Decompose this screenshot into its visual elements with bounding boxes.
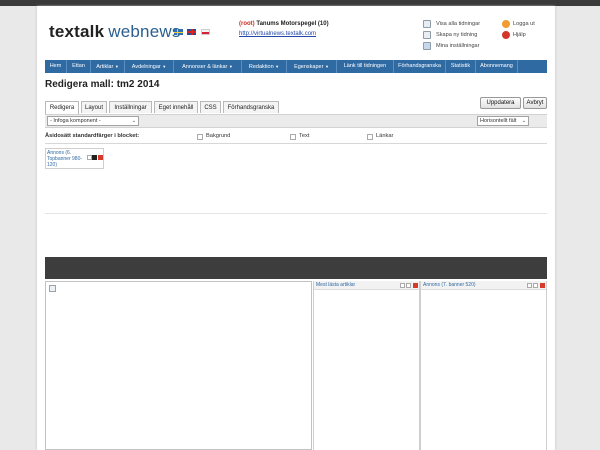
site-root-label: (root)	[239, 21, 255, 27]
topbanner-block[interactable]: Annons (6. Topbanner 980-120)	[45, 148, 104, 169]
orientation-select[interactable]: Horisontellt fält ⌄	[477, 116, 529, 126]
broken-image-icon	[49, 285, 56, 292]
document-icon	[423, 20, 431, 28]
move-icon[interactable]	[527, 283, 532, 288]
links-label: Länkar	[376, 133, 394, 139]
edit-icon[interactable]	[406, 283, 411, 288]
most-read-column[interactable]: Mest lästa artiklar	[313, 281, 420, 450]
swedish-flag-icon[interactable]	[174, 29, 183, 35]
help-link[interactable]: Hjälp	[502, 30, 535, 41]
tab-css[interactable]: CSS	[200, 101, 221, 113]
delete-icon[interactable]	[540, 283, 545, 288]
logout-icon	[502, 20, 510, 28]
nav-item-hem[interactable]: Hem	[45, 60, 67, 73]
header-links: Visa alla tidningar Skapa ny tidning Min…	[423, 19, 480, 52]
page: textalk webnews (root) Tanums Motorspegel…	[37, 6, 555, 450]
textalk-logo[interactable]: textalk webnews	[49, 22, 181, 42]
image-block[interactable]	[45, 281, 312, 450]
color-override-label: Åsidosätt standardfärger i blocket:	[45, 133, 140, 139]
chevron-down-icon: ⌄	[131, 118, 136, 124]
polish-flag-icon[interactable]	[201, 29, 210, 35]
nav-item-statistik[interactable]: Statistik	[446, 60, 476, 73]
text-label: Text	[299, 133, 310, 139]
block-label: Annons (6. Topbanner 980-120)	[47, 150, 83, 168]
uk-flag-icon[interactable]	[187, 29, 196, 35]
caret-down-icon: ▼	[324, 64, 329, 69]
background-checkbox[interactable]	[197, 134, 203, 140]
delete-icon[interactable]	[413, 283, 418, 288]
help-icon	[502, 31, 510, 39]
tab-forhandsgranska[interactable]: Förhandsgranska	[223, 101, 279, 113]
my-settings-link[interactable]: Mina inställningar	[423, 41, 480, 52]
banner-column[interactable]: Annons (7. banner 520)	[420, 281, 547, 450]
logo-webnews: webnews	[108, 22, 181, 41]
logo-textalk: textalk	[49, 22, 105, 41]
edit-icon[interactable]	[533, 283, 538, 288]
background-label: Bakgrund	[206, 133, 231, 139]
tab-layout[interactable]: Layout	[81, 101, 107, 113]
site-name: Tanums Motorspegel (10)	[256, 21, 329, 27]
chevron-down-icon: ⌄	[521, 118, 526, 124]
nav-item-redaktion[interactable]: Redaktion ▼	[242, 60, 287, 73]
nav-item-avdelningar[interactable]: Avdelningar ▼	[125, 60, 174, 73]
cancel-button[interactable]: Avbryt	[523, 97, 547, 109]
nav-item-preview[interactable]: Förhandsgranska	[394, 60, 446, 73]
caret-down-icon: ▼	[228, 64, 233, 69]
show-all-papers-link[interactable]: Visa alla tidningar	[423, 19, 480, 30]
move-icon[interactable]	[400, 283, 405, 288]
tab-installningar[interactable]: Inställningar	[109, 101, 152, 113]
nav-item-annonser[interactable]: Annonser & länkar ▼	[174, 60, 242, 73]
site-url-link[interactable]: http://virtualnews.textalk.com	[239, 29, 329, 39]
page-title: Redigera mall: tm2 2014	[45, 79, 160, 90]
nav-item-egenskaper[interactable]: Egenskaper ▼	[287, 60, 337, 73]
header-links-right: Logga ut Hjälp	[502, 19, 535, 41]
column-header: Annons (7. banner 520)	[421, 281, 546, 290]
edit-icon[interactable]	[92, 155, 97, 160]
main-nav: Hem Ettan Artiklar ▼ Avdelningar ▼ Annon…	[45, 60, 547, 73]
create-paper-link[interactable]: Skapa ny tidning	[423, 30, 480, 41]
text-checkbox[interactable]	[290, 134, 296, 140]
color-override-row: Åsidosätt standardfärger i blocket: Bakg…	[45, 131, 547, 144]
caret-down-icon: ▼	[114, 64, 119, 69]
nav-item-ettan[interactable]: Ettan	[67, 60, 91, 73]
logout-link[interactable]: Logga ut	[502, 19, 535, 30]
caret-down-icon: ▼	[162, 64, 167, 69]
delete-icon[interactable]	[98, 155, 103, 160]
nav-item-abonnemang[interactable]: Abonnemang	[476, 60, 518, 73]
tab-eget-innehall[interactable]: Eget innehåll	[154, 101, 198, 113]
insert-component-select[interactable]: - Infoga komponent - ⌄	[47, 116, 139, 126]
site-info: (root) Tanums Motorspegel (10) http://vi…	[239, 19, 329, 39]
component-toolbar: - Infoga komponent - ⌄ Horisontellt fält ⌄	[45, 114, 547, 128]
links-checkbox[interactable]	[367, 134, 373, 140]
section-divider	[45, 213, 547, 214]
update-button[interactable]: Uppdatera	[480, 97, 521, 109]
tab-redigera[interactable]: Redigera	[45, 101, 79, 114]
nav-item-link-to-paper[interactable]: Länk till tidningen	[337, 60, 394, 73]
dark-section-bar	[45, 257, 547, 279]
user-icon	[423, 42, 431, 50]
new-document-icon	[423, 31, 431, 39]
column-header: Mest lästa artiklar	[314, 281, 419, 290]
nav-item-artiklar[interactable]: Artiklar ▼	[91, 60, 125, 73]
caret-down-icon: ▼	[275, 64, 280, 69]
